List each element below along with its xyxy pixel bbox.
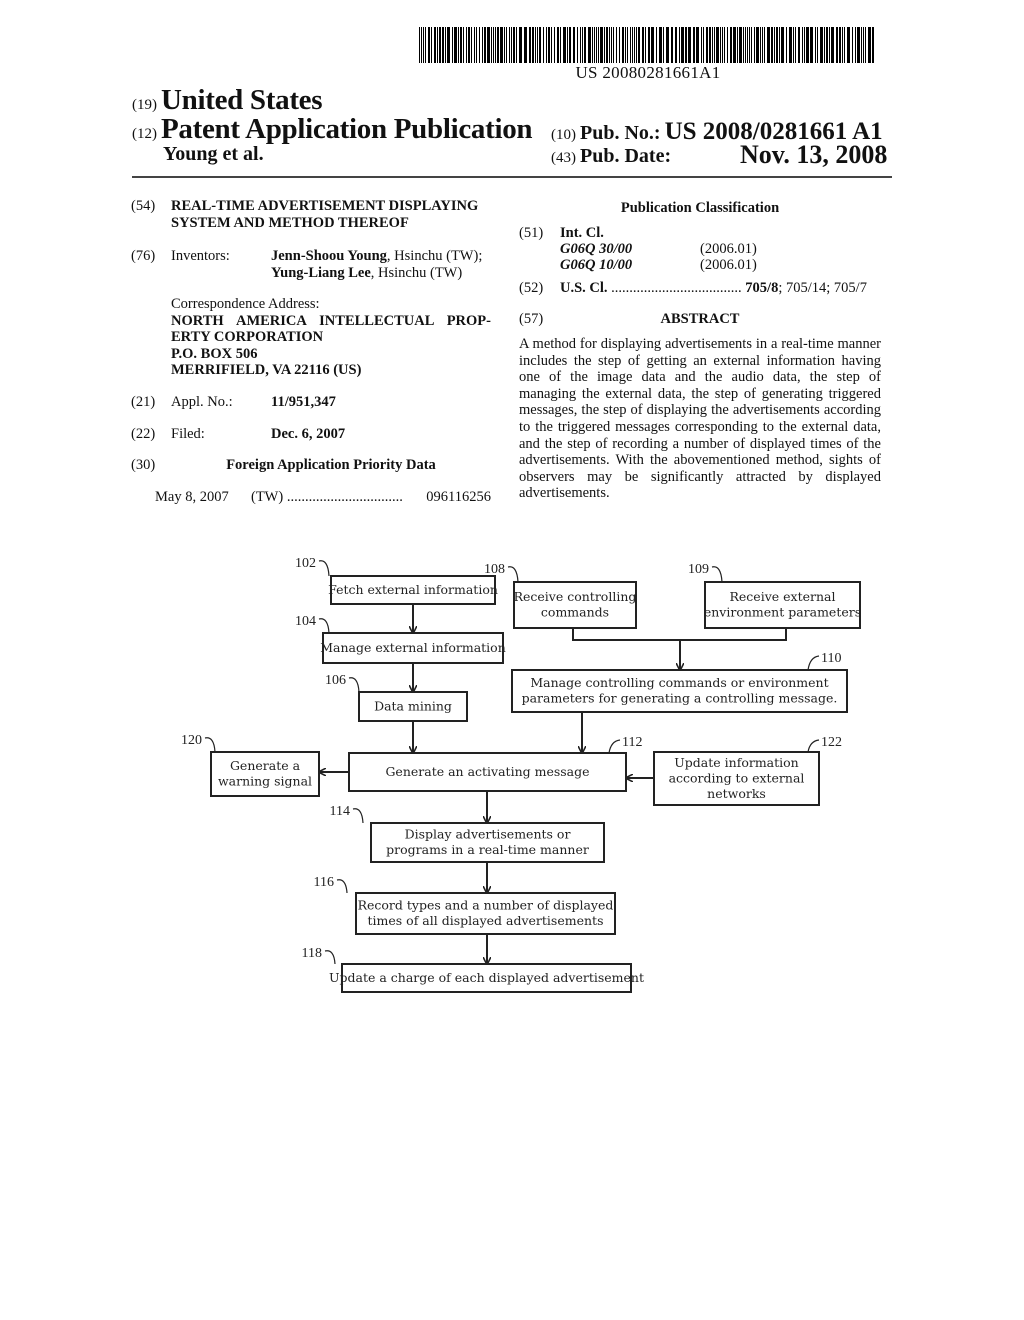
step-label: environment parameters <box>704 605 861 620</box>
step-label: Generate a <box>230 758 301 773</box>
reference-leader <box>336 879 348 894</box>
reference-leader <box>318 560 330 577</box>
step-label: Manage external information <box>320 640 506 655</box>
reference-leader <box>352 808 364 824</box>
step-reference-number: 112 <box>622 735 642 750</box>
flow-step-114: Display advertisements orprograms in a r… <box>330 804 605 863</box>
step-reference-number: 118 <box>302 946 322 961</box>
reference-leader <box>711 566 723 583</box>
flow-step-116: Record types and a number of displayedti… <box>314 875 616 935</box>
step-reference-number: 104 <box>295 614 316 629</box>
flow-step-108: Receive controllingcommands 108 <box>484 562 637 629</box>
flow-step-112: Generate an activating message 112 <box>348 735 642 792</box>
step-label: Update a charge of each displayed advert… <box>329 970 644 985</box>
connector-108-109 <box>572 628 787 641</box>
step-label: commands <box>541 605 609 620</box>
step-reference-number: 116 <box>314 875 334 890</box>
step-label: Record types and a number of displayed <box>358 898 614 913</box>
step-reference-number: 110 <box>821 651 841 666</box>
step-label: Data mining <box>374 698 452 713</box>
step-reference-number: 122 <box>821 735 842 750</box>
reference-leader <box>807 739 820 753</box>
step-reference-number: 106 <box>325 673 346 688</box>
reference-leader <box>348 677 360 693</box>
flow-step-104: Manage external information 104 <box>295 614 506 664</box>
step-label: warning signal <box>218 774 312 789</box>
reference-leader <box>507 566 519 583</box>
flow-step-120: Generate awarning signal 120 <box>181 733 320 797</box>
reference-leader <box>204 737 216 753</box>
reference-leader <box>318 618 330 634</box>
step-label: Fetch external information <box>328 582 498 597</box>
step-reference-number: 109 <box>688 562 709 577</box>
flow-step-109: Receive externalenvironment parameters 10… <box>688 562 861 629</box>
step-label: Display advertisements or <box>405 827 571 842</box>
step-reference-number: 120 <box>181 733 202 748</box>
step-label: parameters for generating a controlling … <box>522 691 838 706</box>
reference-leader <box>324 950 336 965</box>
step-reference-number: 108 <box>484 562 505 577</box>
reference-leader <box>807 655 820 671</box>
step-reference-number: 114 <box>330 804 350 819</box>
step-label: times of all displayed advertisements <box>368 913 604 928</box>
step-label: Receive external <box>730 589 836 604</box>
flow-step-118: Update a charge of each displayed advert… <box>302 946 644 993</box>
step-reference-number: 102 <box>295 556 316 571</box>
step-label: networks <box>707 786 766 801</box>
step-label: Manage controlling commands or environme… <box>530 675 828 690</box>
flow-step-102: Fetch external information 102 <box>295 556 498 605</box>
flow-step-122: Update informationaccording to externaln… <box>653 735 842 806</box>
flow-diagram: Fetch external information 102 Manage exte… <box>181 556 861 993</box>
reference-leader <box>608 739 621 754</box>
step-label: Generate an activating message <box>385 764 589 779</box>
step-label: programs in a real-time manner <box>386 842 589 857</box>
flow-step-106: Data mining 106 <box>325 673 468 722</box>
step-label: according to external <box>669 770 805 785</box>
step-label: Receive controlling <box>514 589 637 604</box>
step-label: Update information <box>674 755 798 770</box>
